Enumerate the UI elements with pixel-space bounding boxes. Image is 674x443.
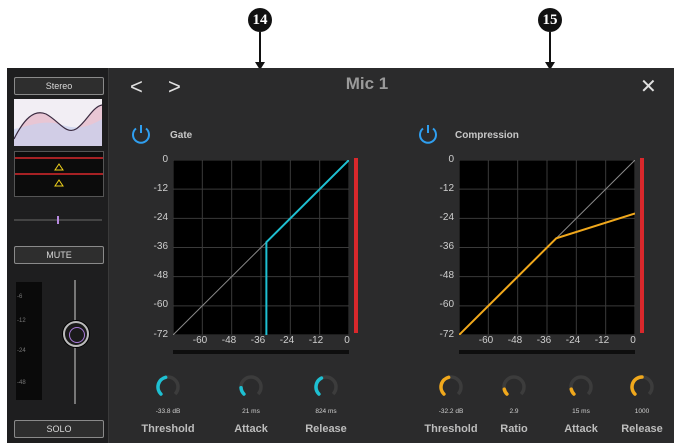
- comp-threshold-knob[interactable]: [438, 374, 464, 400]
- callout-14-arrow: [259, 32, 261, 62]
- gate-x-tick: -60: [192, 335, 208, 346]
- comp-x-tick: -48: [507, 335, 523, 346]
- gate-y-tick: -48: [153, 270, 168, 281]
- compression-input-meter: [459, 350, 635, 354]
- comp-ratio-value: 2.9: [509, 408, 519, 415]
- comp-y-tick: -48: [439, 270, 454, 281]
- gate-y-tick: -36: [153, 241, 168, 252]
- gate-knob-0-fill: [156, 375, 168, 396]
- solo-button[interactable]: SOLO: [14, 420, 104, 438]
- meter-mark: -12: [17, 318, 26, 324]
- gate-x-tick: -24: [279, 335, 295, 346]
- gate-x-tick: -48: [221, 335, 237, 346]
- gate-y-tick: -60: [153, 299, 168, 310]
- compression-output-meter: [640, 158, 644, 333]
- gate-y-tick: -24: [153, 212, 168, 223]
- mute-button[interactable]: MUTE: [14, 246, 104, 264]
- comp-attack-knob[interactable]: [568, 374, 594, 400]
- comp-release-value: 1000: [634, 408, 650, 415]
- comp-ratio-label: Ratio: [500, 423, 528, 435]
- gate-threshold-value: -33.8 dB: [155, 408, 181, 415]
- comp-x-tick: -24: [565, 335, 581, 346]
- mixer-window: Stereo MUTE -6 -12 -24 -48 SOLO < > Mic …: [7, 68, 674, 443]
- meter-mark: -6: [17, 294, 23, 300]
- comp-threshold-label: Threshold: [424, 423, 478, 435]
- forward-button[interactable]: >: [168, 76, 181, 98]
- gate-x-tick: -36: [250, 335, 266, 346]
- dynamics-thumbnail[interactable]: [14, 151, 104, 197]
- gate-release-knob[interactable]: [313, 374, 339, 400]
- comp-knob-2-fill: [569, 387, 576, 396]
- level-meter: -6 -12 -24 -48: [16, 282, 42, 400]
- comp-ratio-knob[interactable]: [501, 374, 527, 400]
- gate-y-tick: -72: [153, 329, 168, 340]
- gate-input-meter: [173, 350, 349, 354]
- gate-y-tick: 0: [162, 154, 168, 165]
- gate-threshold-knob[interactable]: [155, 374, 181, 400]
- callout-15-arrow: [549, 32, 551, 62]
- comp-y-tick: -12: [439, 183, 454, 194]
- gate-power-icon[interactable]: [130, 123, 152, 145]
- gate-label: Gate: [170, 130, 193, 141]
- comp-knob-1-fill: [502, 387, 509, 396]
- callout-14: 14: [248, 8, 272, 32]
- eq-thumbnail[interactable]: [13, 99, 103, 146]
- compression-transfer-plot: [459, 160, 635, 335]
- gate-attack-knob[interactable]: [238, 374, 264, 400]
- comp-x-tick: -12: [594, 335, 610, 346]
- gate-output-meter: [354, 158, 358, 333]
- back-button[interactable]: <: [130, 76, 143, 98]
- comp-release-knob[interactable]: [629, 374, 655, 400]
- channel-strip: Stereo MUTE -6 -12 -24 -48 SOLO: [7, 68, 109, 443]
- comp-y-tick: -60: [439, 299, 454, 310]
- comp-y-tick: -24: [439, 212, 454, 223]
- compression-power-icon[interactable]: [417, 123, 439, 145]
- gate-x-tick: 0: [344, 335, 350, 346]
- fader-thumb[interactable]: [63, 321, 89, 347]
- callout-15: 15: [538, 8, 562, 32]
- meter-mark: -24: [17, 348, 26, 354]
- gate-transfer-plot: [173, 160, 349, 335]
- comp-release-label: Release: [621, 423, 663, 435]
- page-title: Mic 1: [345, 74, 389, 93]
- pan-slider[interactable]: [14, 216, 102, 224]
- gate-attack-value: 21 ms: [242, 408, 260, 415]
- gate-attack-label: Attack: [234, 423, 268, 435]
- gate-release-label: Release: [305, 423, 347, 435]
- comp-y-tick: 0: [448, 154, 454, 165]
- meter-mark: -48: [17, 380, 26, 386]
- gate-x-tick: -12: [308, 335, 324, 346]
- comp-x-tick: -60: [478, 335, 494, 346]
- stereo-button[interactable]: Stereo: [14, 77, 104, 95]
- gate-release-value: 824 ms: [315, 408, 337, 415]
- pan-thumb[interactable]: [57, 216, 59, 224]
- comp-attack-label: Attack: [564, 423, 598, 435]
- gate-knob-2-fill: [314, 376, 324, 396]
- comp-knob-3-fill: [630, 375, 644, 396]
- comp-knob-0-fill: [439, 375, 451, 396]
- comp-y-tick: -36: [439, 241, 454, 252]
- gate-knob-1-fill: [239, 386, 246, 396]
- comp-x-tick: -36: [536, 335, 552, 346]
- gate-y-tick: -12: [153, 183, 168, 194]
- gate-threshold-label: Threshold: [141, 423, 195, 435]
- compression-label: Compression: [455, 130, 519, 141]
- comp-attack-value: 15 ms: [572, 408, 590, 415]
- close-button[interactable]: ✕: [640, 76, 657, 98]
- comp-threshold-value: -32.2 dB: [438, 408, 464, 415]
- comp-x-tick: 0: [630, 335, 636, 346]
- comp-y-tick: -72: [439, 329, 454, 340]
